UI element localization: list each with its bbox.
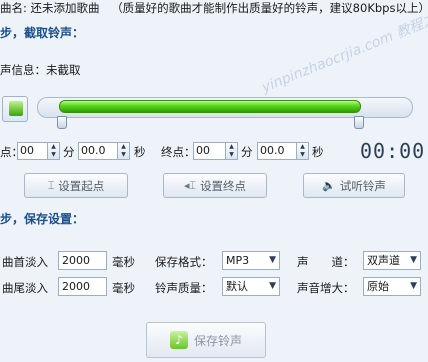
chevron-down-icon: ▼ bbox=[269, 281, 276, 291]
fade-out-label: 曲尾淡入 bbox=[2, 281, 48, 295]
format-select[interactable]: MP3 ▼ bbox=[222, 251, 280, 270]
format-value: MP3 bbox=[226, 254, 250, 267]
set-start-button[interactable]: ⌶ 设置起点 bbox=[24, 173, 128, 198]
chevron-down-icon: ▼ bbox=[410, 281, 417, 291]
step2-title: 步，截取铃声： bbox=[0, 26, 85, 40]
preview-label: 试听铃声 bbox=[339, 178, 386, 193]
save-ringtone-button[interactable]: ♪ 保存铃声 bbox=[146, 322, 266, 358]
start-second-stepper[interactable]: ▲ ▼ bbox=[117, 142, 130, 160]
selection-range-bar bbox=[59, 100, 361, 113]
song-info-line: 曲名: 还未添加歌曲 （质量好的歌曲才能制作出质量好的铃声，建议80Kbps以上… bbox=[0, 0, 428, 16]
speaker-icon: 🔈 bbox=[322, 179, 336, 192]
second-unit: 秒 bbox=[134, 145, 146, 159]
clip-info-label: 声信息： bbox=[0, 63, 46, 77]
clip-info: 声信息：未截取 bbox=[0, 62, 81, 78]
boost-label: 声音增大： bbox=[297, 281, 355, 295]
fade-out-unit: 毫秒 bbox=[112, 281, 135, 295]
play-button[interactable] bbox=[2, 96, 28, 122]
minute-unit: 分 bbox=[63, 145, 75, 159]
start-handle[interactable] bbox=[57, 116, 67, 129]
end-handle[interactable] bbox=[354, 116, 364, 129]
chevron-down-icon: ▼ bbox=[410, 255, 417, 265]
preview-button[interactable]: 🔈 试听铃声 bbox=[303, 173, 405, 198]
bracket-end-icon: ◂⌶ bbox=[183, 178, 197, 192]
bracket-start-icon: ⌶ bbox=[47, 178, 55, 192]
second-unit-end: 秒 bbox=[312, 145, 324, 159]
format-label: 保存格式： bbox=[155, 255, 213, 269]
set-end-button[interactable]: ◂⌶ 设置终点 bbox=[163, 173, 267, 198]
watermark: yinpinzhaocrjia.com 教程之家 bbox=[259, 5, 428, 96]
fade-in-unit: 毫秒 bbox=[112, 255, 135, 269]
end-second-stepper[interactable]: ▲ ▼ bbox=[296, 142, 309, 160]
quality-select[interactable]: 默认 ▼ bbox=[222, 277, 280, 296]
quality-value: 默认 bbox=[226, 280, 248, 293]
channel-select[interactable]: 双声道 ▼ bbox=[363, 251, 421, 270]
quality-label: 铃声质量： bbox=[155, 281, 213, 295]
time-display: 00:00 bbox=[360, 139, 426, 163]
minute-unit-end: 分 bbox=[241, 145, 253, 159]
fade-out-input[interactable]: 2000 bbox=[58, 277, 107, 296]
fade-in-input[interactable]: 2000 bbox=[58, 251, 107, 270]
song-label: 曲名: 还未添加歌曲 bbox=[0, 1, 100, 15]
chevron-down-icon: ▼ bbox=[269, 255, 276, 265]
fade-in-label: 曲首淡入 bbox=[2, 255, 48, 269]
quality-hint: （质量好的歌曲才能制作出质量好的铃声，建议80Kbps以上） bbox=[111, 1, 428, 15]
set-end-label: 设置终点 bbox=[200, 178, 247, 193]
set-start-label: 设置起点 bbox=[58, 178, 105, 193]
end-minute-stepper[interactable]: ▲ ▼ bbox=[225, 142, 238, 160]
channel-value: 双声道 bbox=[367, 254, 400, 267]
boost-select[interactable]: 原始 ▼ bbox=[363, 277, 421, 296]
play-icon bbox=[9, 101, 23, 116]
step3-title: 步，保存设置： bbox=[0, 212, 85, 226]
save-label: 保存铃声 bbox=[193, 333, 242, 348]
channel-label: 声 道： bbox=[297, 255, 355, 269]
music-note-icon: ♪ bbox=[169, 331, 188, 349]
start-minute-stepper[interactable]: ▲ ▼ bbox=[47, 142, 60, 160]
end-label: 终点： bbox=[161, 145, 196, 159]
clip-info-value: 未截取 bbox=[46, 63, 81, 77]
boost-value: 原始 bbox=[367, 280, 389, 293]
